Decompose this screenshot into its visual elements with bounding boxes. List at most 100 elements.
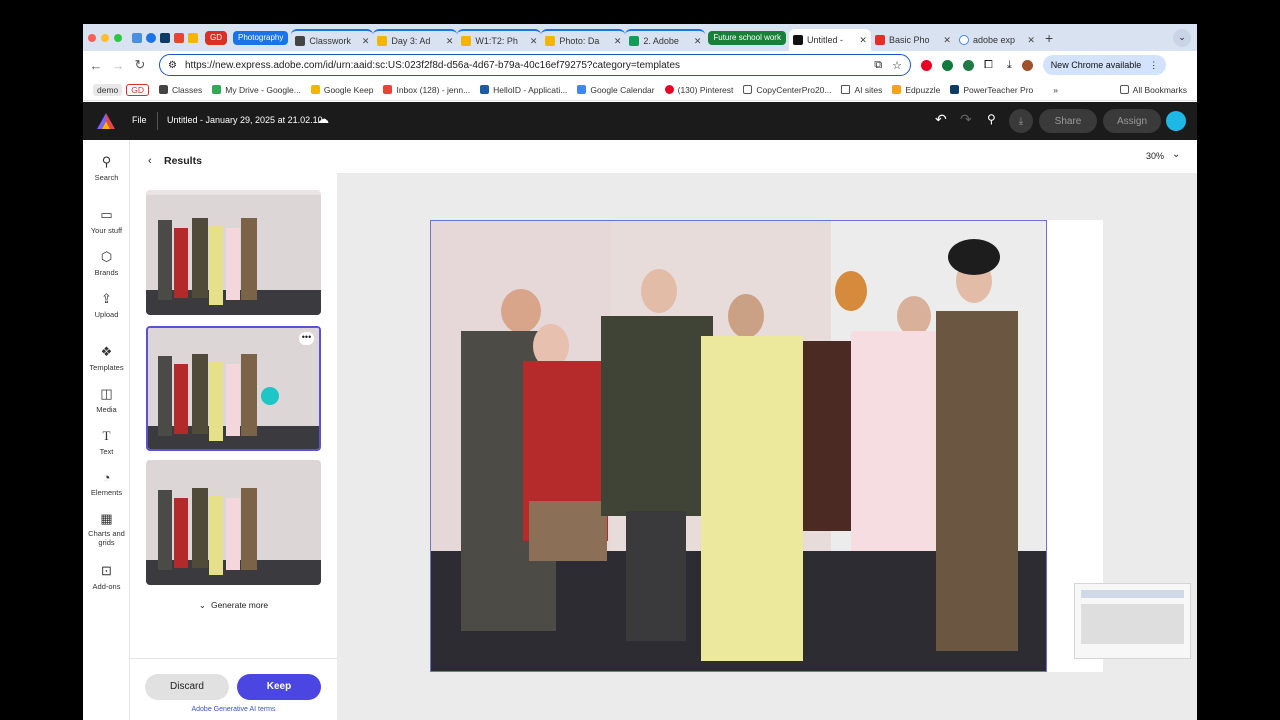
rail-media[interactable]: ◫ Media [83, 386, 130, 414]
tab-group-chip[interactable]: Photography [233, 30, 289, 45]
bookmark-group-gd[interactable]: GD [126, 83, 150, 96]
generate-more-button[interactable]: ⌄ Generate more [130, 600, 337, 611]
rail-your-stuff[interactable]: ▭ Your stuff [83, 207, 130, 235]
close-window-button[interactable] [88, 33, 96, 42]
discard-button[interactable]: Discard [145, 674, 229, 700]
redo-icon[interactable]: ↷ [960, 111, 972, 128]
download-icon[interactable]: ⤓ [1007, 59, 1012, 72]
bookmark-group-demo[interactable]: demo [93, 83, 123, 96]
rail-upload[interactable]: ⇪ Upload [83, 291, 130, 319]
assign-button[interactable]: Assign [1103, 109, 1161, 133]
new-tab-icon[interactable]: + [1045, 30, 1053, 46]
edpuzzle-icon [892, 85, 902, 94]
browser-tab[interactable]: Day 3: Ad ✕ [373, 29, 458, 51]
bookmark-star-icon[interactable]: ☆ [892, 59, 902, 72]
video-thumbnail-overlay [1074, 583, 1191, 659]
pinned-tab-keep-icon[interactable] [188, 32, 198, 43]
close-tab-icon[interactable]: ✕ [443, 36, 454, 47]
browser-tab[interactable]: Basic Pho ✕ [871, 29, 955, 51]
extensions-puzzle-icon[interactable]: ⧠ [984, 59, 993, 72]
bookmark-copycenterpro[interactable]: CopyCenterPro20... [743, 85, 831, 95]
close-tab-icon[interactable]: ✕ [940, 35, 951, 46]
install-app-icon[interactable]: ⧉ [874, 59, 882, 72]
browser-tab[interactable]: W1:T2: Ph ✕ [457, 29, 542, 51]
bookmark-edpuzzle[interactable]: Edpuzzle [892, 85, 940, 95]
close-tab-icon[interactable]: ✕ [527, 36, 538, 47]
close-tab-icon[interactable]: ✕ [359, 36, 370, 47]
rail-templates[interactable]: ❖ Templates [83, 344, 130, 372]
minimize-window-button[interactable] [101, 33, 109, 42]
adobe-express-icon [792, 35, 803, 45]
bookmark-inbox[interactable]: Inbox (128) - jenn... [383, 85, 470, 95]
result-thumbnail-2-selected[interactable]: ••• [146, 326, 321, 451]
rail-text[interactable]: T Text [83, 428, 130, 456]
pinterest-extension-icon[interactable] [921, 59, 932, 71]
result-thumbnail-1[interactable] [146, 190, 321, 315]
rail-add-ons[interactable]: ⊡ Add-ons [83, 563, 130, 591]
keep-button[interactable]: Keep [237, 674, 321, 700]
lightbulb-icon[interactable]: ⚲ [987, 112, 996, 126]
share-button[interactable]: Share [1039, 109, 1097, 133]
browser-tab[interactable]: Classwork ✕ [291, 29, 374, 51]
zoom-window-button[interactable] [114, 33, 122, 42]
document-title[interactable]: Untitled - January 29, 2025 at 21.02.10 [167, 115, 323, 125]
brand-icon: ⬡ [100, 249, 113, 264]
bookmark-pinterest[interactable]: (130) Pinterest [664, 85, 733, 95]
close-tab-icon[interactable]: ✕ [691, 36, 702, 47]
pinned-tab-sis-icon[interactable] [160, 32, 170, 43]
download-icon[interactable]: ⤓ [1009, 109, 1033, 133]
bookmark-powerteacher[interactable]: PowerTeacher Pro [950, 85, 1033, 95]
helloid-icon [480, 85, 490, 94]
site-info-icon[interactable]: ⚙ [168, 60, 177, 71]
reload-icon[interactable]: ↻ [129, 57, 151, 73]
rail-brands[interactable]: ⬡ Brands [83, 249, 130, 277]
profile-avatar[interactable] [1021, 59, 1033, 71]
tab-search-chevron-icon[interactable]: ⌄ [1173, 28, 1191, 47]
undo-icon[interactable]: ↶ [935, 111, 947, 128]
rail-search[interactable]: ⚲ Search [83, 154, 130, 182]
copy-icon [743, 85, 753, 94]
close-tab-icon[interactable]: ✕ [1024, 35, 1035, 46]
zoom-level-select[interactable]: 30% [1146, 151, 1164, 161]
chevron-down-icon[interactable]: ⌄ [1172, 149, 1180, 160]
pinned-tab-icon[interactable] [132, 32, 142, 43]
bookmark-google-calendar[interactable]: Google Calendar [577, 85, 655, 95]
bookmark-ai-sites[interactable]: AI sites [841, 85, 882, 95]
new-chrome-available-button[interactable]: New Chrome available ⋮ [1042, 55, 1167, 75]
bookmark-google-keep[interactable]: Google Keep [310, 85, 373, 95]
bookmark-my-drive[interactable]: My Drive - Google... [212, 85, 301, 95]
pinned-tab-icon[interactable] [146, 32, 156, 43]
rail-charts-and-grids[interactable]: ▦ Charts and grids [83, 512, 130, 548]
file-menu[interactable]: File [132, 115, 147, 125]
browser-window: GD Photography Classwork ✕ Day 3: Ad ✕ W1:… [83, 24, 1197, 720]
back-chevron-icon[interactable]: ‹ [148, 155, 152, 167]
google-icon [958, 35, 969, 45]
browser-tab[interactable]: Photo: Da ✕ [541, 29, 626, 51]
back-icon[interactable]: ← [85, 58, 107, 73]
grammar-extension-icon[interactable] [942, 59, 953, 71]
rail-elements[interactable]: ◔ Elements [83, 470, 130, 497]
browser-tab[interactable]: 2. Adobe ✕ [625, 29, 706, 51]
pinned-tab-gmail-icon[interactable] [174, 32, 184, 43]
bookmark-helloid[interactable]: HelloID - Applicati... [480, 85, 567, 95]
more-bookmarks-chevron-icon[interactable]: » [1053, 85, 1058, 95]
browser-tab-active[interactable]: Untitled - ✕ [788, 29, 871, 51]
url-field[interactable]: ⚙ https://new.express.adobe.com/id/urn:a… [159, 54, 911, 76]
tab-group-chip[interactable]: Future school work [708, 30, 786, 45]
bookmark-classes[interactable]: Classes [159, 85, 202, 95]
selected-photo[interactable] [430, 220, 1047, 672]
sis-icon [950, 85, 960, 94]
extension-icon[interactable] [963, 59, 974, 71]
result-thumbnail-3[interactable] [146, 460, 321, 585]
generative-ai-terms-link[interactable]: Adobe Generative AI terms [130, 706, 337, 713]
all-bookmarks[interactable]: All Bookmarks [1119, 85, 1187, 95]
close-tab-icon[interactable]: ✕ [611, 36, 622, 47]
more-options-icon[interactable]: ••• [299, 332, 314, 345]
user-avatar[interactable] [1166, 111, 1186, 131]
slides-icon [461, 36, 472, 46]
adobe-express-logo-icon[interactable] [97, 113, 115, 129]
browser-tab[interactable]: adobe exp ✕ [955, 29, 1039, 51]
forward-icon[interactable]: → [107, 58, 129, 73]
close-tab-icon[interactable]: ✕ [856, 35, 867, 46]
tab-group-chip[interactable]: GD [205, 30, 227, 45]
